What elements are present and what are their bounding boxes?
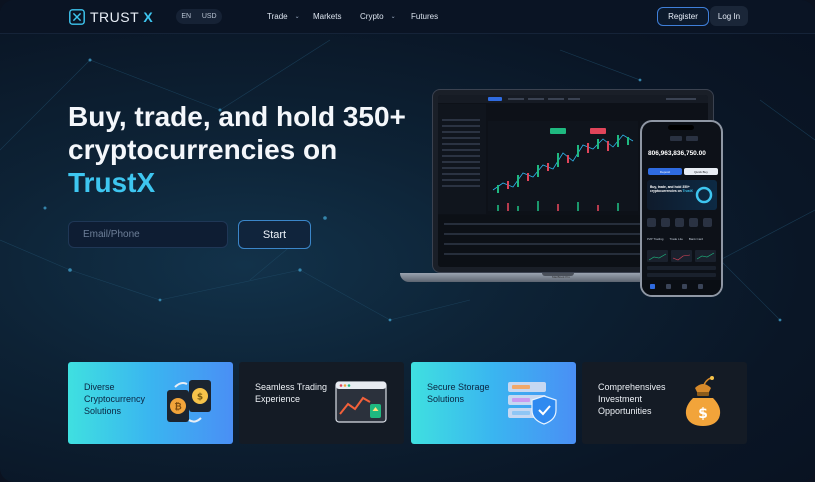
logo-wordmark: TRUST X xyxy=(90,9,154,25)
laptop-model-label: MacBook Pro xyxy=(552,275,571,279)
phone-mockup: 806,963,836,750.00 Deposit Quick Buy Buy… xyxy=(640,120,723,297)
phone-balance: 806,963,836,750.00 xyxy=(648,150,706,157)
language-label: EN xyxy=(181,13,192,20)
top-nav-bar: TRUST X EN USD Trade ⌄ Markets Crypto ⌄ … xyxy=(0,0,815,34)
logo-icon xyxy=(69,9,85,25)
hero-title: Buy, trade, and hold 350+ cryptocurrenci… xyxy=(68,100,428,199)
secure-server-icon xyxy=(508,382,557,425)
currency-label: USD xyxy=(201,13,217,20)
nav-item-label: Markets xyxy=(313,12,342,21)
page: TRUST X EN USD Trade ⌄ Markets Crypto ⌄ … xyxy=(0,0,815,482)
nav-item-label: Crypto xyxy=(360,12,384,21)
coin-exchange-icon: ₿ $ xyxy=(167,380,211,423)
nav-item-markets[interactable]: Markets xyxy=(313,12,341,21)
nav-item-trade[interactable]: Trade ⌄ xyxy=(267,12,300,21)
email-phone-input[interactable] xyxy=(68,221,228,248)
phone-shortcut-row: P2P Trading Trade Lite Bank Card xyxy=(647,237,704,241)
login-button[interactable]: Log In xyxy=(710,6,748,26)
nav-item-label: Futures xyxy=(411,12,439,21)
chevron-down-icon: ⌄ xyxy=(294,14,300,20)
hero-title-brand: TrustX xyxy=(68,167,156,198)
phone-deposit-button: Deposit xyxy=(648,168,682,175)
trustx-logo[interactable]: TRUST X xyxy=(68,8,153,26)
feature-card-seamless-trading[interactable]: Seamless Trading Experience xyxy=(239,362,404,444)
start-button[interactable]: Start xyxy=(238,220,311,249)
register-button[interactable]: Register xyxy=(657,7,709,26)
hero-title-line1: Buy, trade, and hold 350+ xyxy=(68,101,406,132)
nav-item-crypto[interactable]: Crypto ⌄ xyxy=(360,12,396,21)
feature-card-secure-storage[interactable]: Secure Storage Solutions xyxy=(411,362,576,444)
hero-title-line2: cryptocurrencies on xyxy=(68,134,338,165)
chevron-down-icon: ⌄ xyxy=(390,14,396,20)
money-bag-icon: $ xyxy=(685,376,721,426)
phone-promo-banner: Buy, trade, and hold 350+ cryptocurrenci… xyxy=(647,180,717,210)
phone-banner-text: Buy, trade, and hold 350+ cryptocurrenci… xyxy=(650,185,693,194)
language-currency-selector[interactable]: EN USD xyxy=(176,9,222,24)
nav-item-label: Trade xyxy=(267,12,288,21)
feature-card-diverse-crypto[interactable]: Diverse Cryptocurrency Solutions ₿ $ xyxy=(68,362,233,444)
feature-card-investment[interactable]: Comprehensives Investment Opportunities … xyxy=(582,362,747,444)
nav-item-futures[interactable]: Futures xyxy=(411,12,438,21)
phone-banner-ring-icon xyxy=(695,186,713,204)
svg-text:$: $ xyxy=(197,393,203,403)
trading-chart-icon xyxy=(335,381,387,423)
svg-text:$: $ xyxy=(698,406,708,422)
phone-quick-buy-button: Quick Buy xyxy=(684,168,718,175)
svg-text:₿: ₿ xyxy=(174,402,181,413)
